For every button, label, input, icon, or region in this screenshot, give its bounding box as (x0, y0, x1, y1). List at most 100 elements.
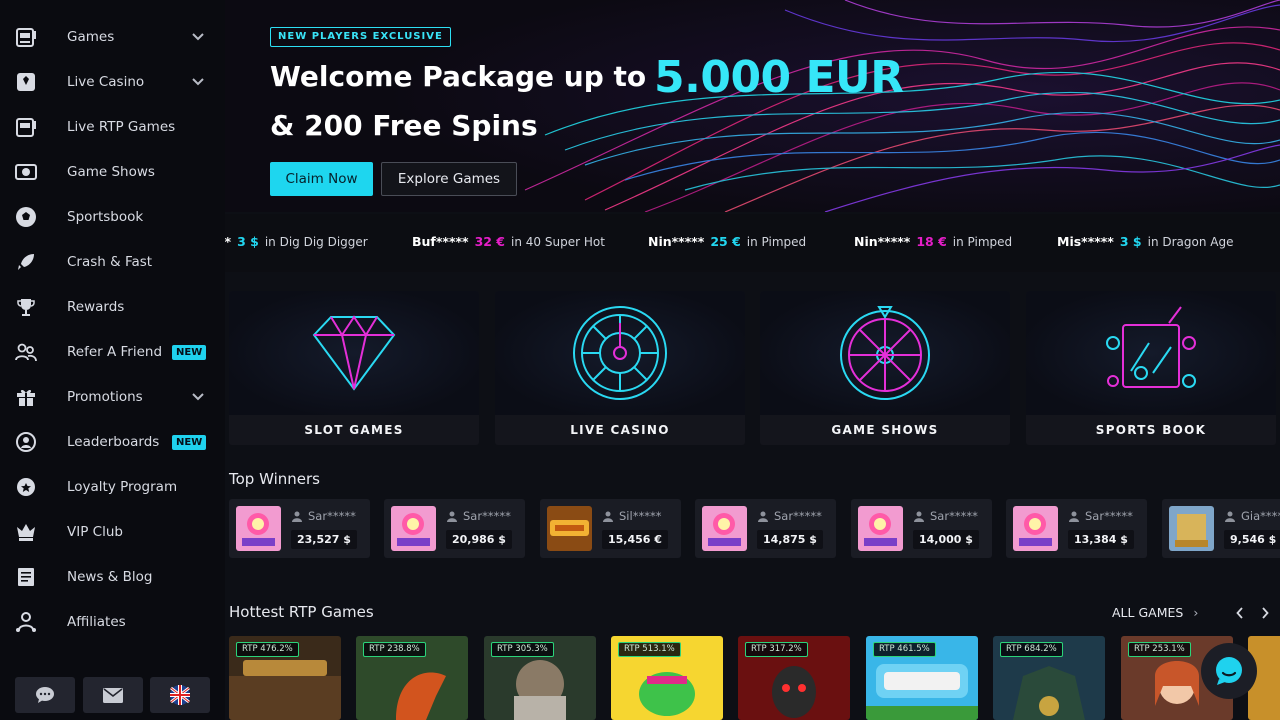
ticker-user: Mis***** (1057, 234, 1114, 249)
winner-username: Sar***** (1085, 509, 1133, 523)
tv-show-icon (14, 160, 38, 184)
category-game-shows[interactable]: GAME SHOWS (760, 291, 1010, 445)
leaderboard-icon (14, 430, 38, 454)
category-art (760, 291, 1010, 415)
banner-headline: Welcome Package up to (270, 60, 647, 93)
game-tile[interactable]: RTP 476.2% (229, 636, 341, 720)
mail-button[interactable] (83, 677, 143, 713)
winner-card[interactable]: Sar***** 13,384 $ (1006, 499, 1147, 558)
ticker-item: Buf***** 32 € in 40 Super Hot (412, 234, 605, 249)
sidebar-item-promotions[interactable]: Promotions (0, 375, 225, 420)
game-tile[interactable]: RTP 461.5% (866, 636, 978, 720)
winner-username: Gia***** (1241, 509, 1280, 523)
explore-games-button[interactable]: Explore Games (381, 162, 517, 196)
winner-user: Sar***** (758, 509, 822, 523)
rtp-badge: RTP 461.5% (873, 642, 936, 657)
sidebar-item-label: VIP Club (67, 524, 123, 540)
sidebar-item-loyalty-program[interactable]: Loyalty Program (0, 465, 225, 510)
sidebar-item-label: Sportsbook (67, 209, 144, 225)
winner-username: Sil***** (619, 509, 662, 523)
user-icon (447, 511, 457, 522)
ticker-user: ** (225, 234, 232, 249)
category-label: GAME SHOWS (831, 423, 939, 437)
game-tile[interactable]: RTP 317.2% (738, 636, 850, 720)
chevron-right-icon (1262, 607, 1269, 619)
rtp-badge: RTP 476.2% (236, 642, 299, 657)
game-thumbnail (858, 506, 903, 551)
category-sports-book[interactable]: SPORTS BOOK (1026, 291, 1276, 445)
game-tile[interactable]: RTP 684.2% (993, 636, 1105, 720)
sidebar-item-vip-club[interactable]: VIP Club (0, 510, 225, 555)
all-games-link[interactable]: ALL GAMES › (1112, 605, 1198, 620)
winner-amount: 9,546 $ (1224, 530, 1280, 549)
banner-subheadline: & 200 Free Spins (270, 109, 538, 142)
sidebar-item-crash-fast[interactable]: Crash & Fast (0, 240, 225, 285)
trophy-icon (14, 295, 38, 319)
promo-banner: NEW PLAYERS EXCLUSIVE Welcome Package up… (225, 0, 1280, 212)
sidebar-item-rewards[interactable]: Rewards (0, 285, 225, 330)
chevron-down-icon (191, 32, 205, 42)
sidebar-item-label: Refer A Friend (67, 344, 163, 360)
sidebar-item-leaderboards[interactable]: Leaderboards NEW (0, 420, 225, 465)
category-label: LIVE CASINO (570, 423, 670, 437)
casino-app: Games Live Casino Live RTP Games Game Sh… (0, 0, 1280, 720)
rtp-badge: RTP 253.1% (1128, 642, 1191, 657)
category-label: SPORTS BOOK (1095, 423, 1207, 437)
chat-button[interactable] (15, 677, 75, 713)
gift-icon (14, 385, 38, 409)
sidebar-item-affiliates[interactable]: Affiliates (0, 600, 225, 645)
sidebar-item-label: Games (67, 29, 115, 45)
users-icon (14, 340, 38, 364)
sidebar-item-label: Loyalty Program (67, 479, 178, 495)
ticker-item: Nin***** 25 € in Pimped (648, 234, 806, 249)
category-slot-games[interactable]: SLOT GAMES (229, 291, 479, 445)
winner-card[interactable]: Sar***** 14,000 $ (851, 499, 992, 558)
game-tile[interactable]: RTP 513.1% (611, 636, 723, 720)
game-thumbnail (236, 506, 281, 551)
diamond-icon (312, 315, 396, 391)
sidebar-item-news-blog[interactable]: News & Blog (0, 555, 225, 600)
rtp-badge: RTP 317.2% (745, 642, 808, 657)
category-art (229, 291, 479, 415)
winner-card[interactable]: Gia***** 9,546 $ (1162, 499, 1280, 558)
game-thumbnail (391, 506, 436, 551)
ticker-game: in Dragon Age (1147, 235, 1234, 249)
winner-card[interactable]: Sar***** 14,875 $ (695, 499, 836, 558)
category-art (495, 291, 745, 415)
ticker-amount: 3 $ (1119, 234, 1142, 249)
live-chat-button[interactable] (1201, 643, 1257, 699)
sidebar-item-refer-a-friend[interactable]: Refer A Friend NEW (0, 330, 225, 375)
game-tile[interactable]: RTP 305.3% (484, 636, 596, 720)
game-thumbnail (702, 506, 747, 551)
ticker-game: in Dig Dig Digger (264, 235, 368, 249)
carousel-prev-button[interactable] (1232, 604, 1248, 622)
carousel-next-button[interactable] (1257, 604, 1273, 622)
winner-card[interactable]: Sar***** 20,986 $ (384, 499, 525, 558)
category-label: SLOT GAMES (304, 423, 404, 437)
sidebar-item-label: Affiliates (67, 614, 126, 630)
ticker-game: in Pimped (746, 235, 807, 249)
language-button[interactable] (150, 677, 210, 713)
affiliates-icon (14, 610, 38, 634)
game-tile[interactable]: RTP 238.8% (356, 636, 468, 720)
claim-now-button[interactable]: Claim Now (270, 162, 373, 196)
sidebar-item-games[interactable]: Games (0, 15, 225, 60)
prize-wheel-icon (840, 306, 930, 400)
winner-amount: 14,875 $ (757, 530, 823, 549)
sidebar-item-label: Promotions (67, 389, 143, 405)
winner-card[interactable]: Sar***** 23,527 $ (229, 499, 370, 558)
winner-card[interactable]: Sil***** 15,456 € (540, 499, 681, 558)
sidebar-item-game-shows[interactable]: Game Shows (0, 150, 225, 195)
mail-icon (103, 687, 123, 703)
sidebar-item-live-casino[interactable]: Live Casino (0, 60, 225, 105)
ticker-user: Nin***** (854, 234, 911, 249)
category-live-casino[interactable]: LIVE CASINO (495, 291, 745, 445)
user-icon (603, 511, 613, 522)
sidebar-item-live-rtp-games[interactable]: Live RTP Games (0, 105, 225, 150)
winner-amount: 13,384 $ (1068, 530, 1134, 549)
sidebar-item-sportsbook[interactable]: Sportsbook (0, 195, 225, 240)
playing-card-icon (14, 70, 38, 94)
winner-user: Sar***** (292, 509, 356, 523)
slot-machine-icon (14, 115, 38, 139)
slot-machine-icon (14, 25, 38, 49)
